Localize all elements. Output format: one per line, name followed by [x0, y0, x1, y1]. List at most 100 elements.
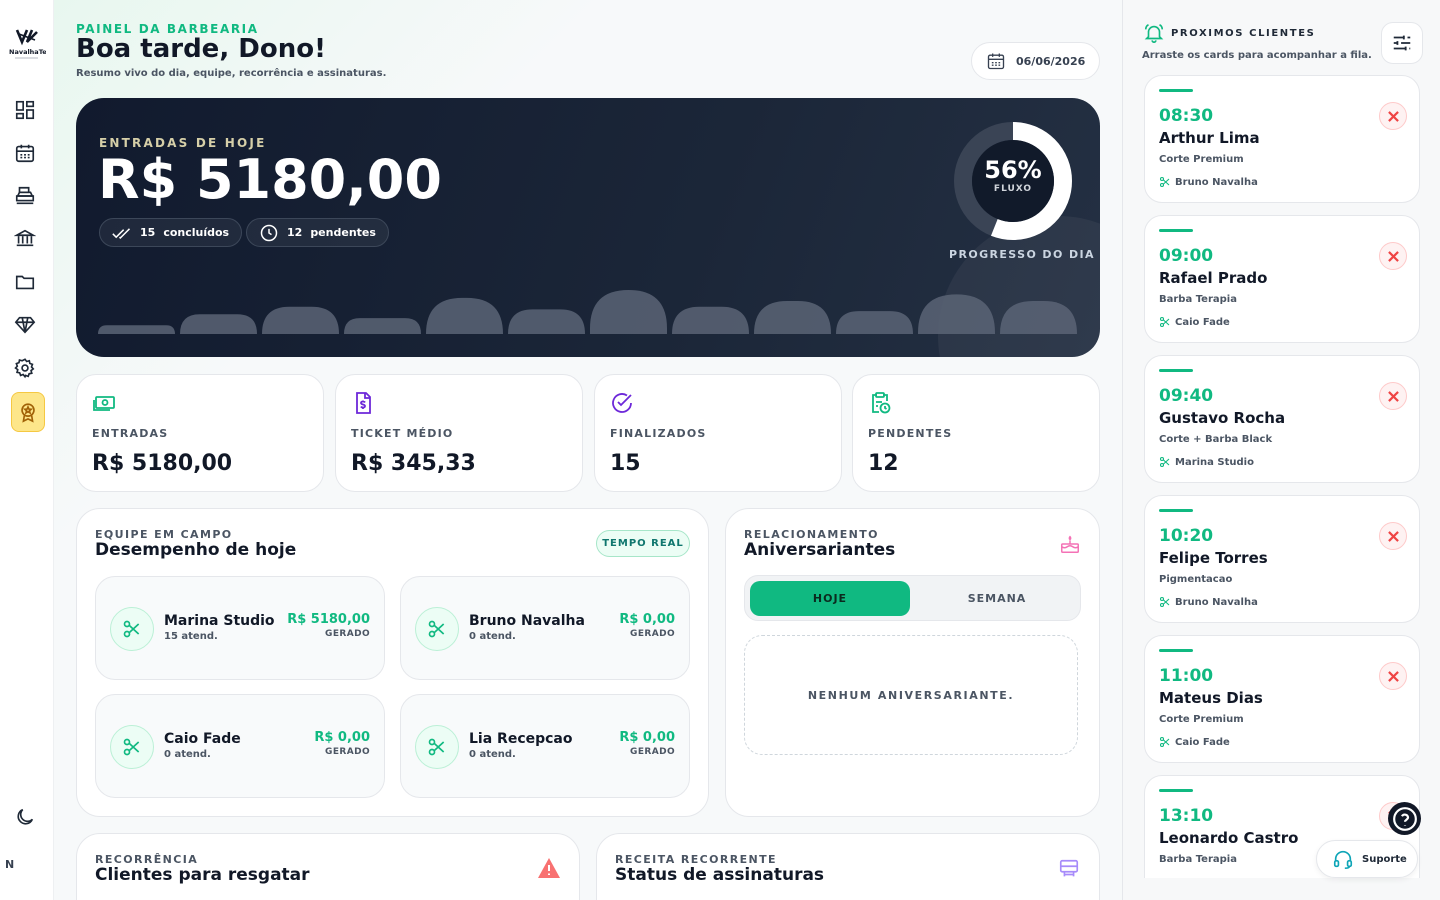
member-amount-label: GERADO	[325, 629, 370, 639]
sliders-icon	[1393, 35, 1411, 51]
birthday-range-toggle: HOJE SEMANA	[744, 575, 1081, 621]
client-name: Leonardo Castro	[1159, 829, 1299, 847]
client-name: Gustavo Rocha	[1159, 409, 1286, 427]
close-icon	[1387, 670, 1399, 682]
appointment-time: 09:40	[1159, 386, 1214, 406]
nav-diamond[interactable]	[11, 311, 39, 339]
queue-card[interactable]: 09:40 Gustavo Rocha Corte + Barba Black …	[1144, 355, 1420, 483]
invoice-dollar-icon	[351, 391, 377, 415]
upcoming-clients-panel: PROXIMOS CLIENTES Arraste os cards para …	[1122, 0, 1440, 900]
stat-label: ENTRADAS	[92, 427, 169, 440]
diamond-icon	[14, 316, 36, 334]
barber-name: Marina Studio	[1159, 456, 1254, 468]
client-name: Mateus Dias	[1159, 689, 1263, 707]
queue-subtitle: Arraste os cards para acompanhar a fila.	[1142, 50, 1372, 61]
close-icon	[1387, 110, 1399, 122]
stat-label: PENDENTES	[868, 427, 953, 440]
panel-title: Aniversariantes	[744, 540, 896, 560]
card-accent-bar	[1159, 509, 1193, 512]
client-queue-list[interactable]: 08:30 Arthur Lima Corte Premium Bruno Na…	[1143, 75, 1421, 878]
scissors-icon	[1159, 736, 1170, 748]
progress-label: FLUXO	[993, 184, 1033, 194]
folder-icon	[15, 275, 35, 290]
moon-icon	[17, 808, 34, 825]
nav-dashboard[interactable]	[11, 96, 39, 124]
appointment-time: 09:00	[1159, 246, 1214, 266]
member-name: Bruno Navalha	[469, 613, 585, 629]
queue-card[interactable]: 11:00 Mateus Dias Corte Premium Caio Fad…	[1144, 635, 1420, 763]
page-title: Boa tarde, Dono!	[76, 34, 326, 64]
user-initial[interactable]: N	[5, 858, 14, 871]
cake-icon	[1061, 535, 1079, 553]
nav-plans[interactable]	[11, 392, 45, 432]
hero-revenue-value: R$ 5180,00	[98, 148, 442, 211]
service-name: Corte Premium	[1159, 154, 1244, 165]
help-circle-icon	[1392, 806, 1417, 831]
nav-cash-register[interactable]	[11, 182, 39, 210]
check-circle-icon	[610, 391, 636, 415]
navalhatec-logo[interactable]: NavalhaTec	[8, 28, 51, 62]
card-accent-bar	[1159, 89, 1193, 92]
appointment-time: 11:00	[1159, 666, 1214, 686]
flow-bar	[180, 314, 257, 334]
team-member-card[interactable]: Marina Studio 15 atend. R$ 5180,00 GERAD…	[95, 576, 385, 680]
double-check-icon	[112, 227, 131, 239]
flow-bar	[426, 297, 503, 334]
team-member-card[interactable]: Caio Fade 0 atend. R$ 0,00 GERADO	[95, 694, 385, 798]
member-amount-label: GERADO	[630, 747, 675, 757]
date-value: 06/06/2026	[1016, 54, 1086, 68]
queue-card[interactable]: 08:30 Arthur Lima Corte Premium Bruno Na…	[1144, 75, 1420, 203]
clipboard-clock-icon	[868, 391, 894, 415]
support-button[interactable]: Suporte	[1316, 840, 1418, 878]
member-amount: R$ 5180,00	[287, 612, 370, 627]
nav-settings[interactable]	[11, 354, 39, 382]
remove-appointment-button[interactable]	[1379, 522, 1407, 550]
remove-appointment-button[interactable]	[1379, 242, 1407, 270]
nav-folder[interactable]	[11, 268, 39, 296]
recurrence-panel: RECORRÊNCIA Clientes para resgatar	[76, 833, 580, 900]
barber-name: Caio Fade	[1159, 316, 1230, 328]
nav-calendar[interactable]	[11, 139, 39, 167]
team-member-card[interactable]: Bruno Navalha 0 atend. R$ 0,00 GERADO	[400, 576, 690, 680]
scissors-icon	[1159, 316, 1170, 328]
award-badge-icon	[21, 403, 35, 423]
scissors-icon	[1159, 176, 1170, 188]
barber-name: Caio Fade	[1159, 736, 1230, 748]
flow-bar	[508, 309, 585, 334]
service-name: Corte Premium	[1159, 714, 1244, 725]
tab-semana[interactable]: SEMANA	[917, 581, 1077, 616]
bank-icon	[14, 229, 36, 247]
scissors-icon	[110, 725, 154, 769]
member-count: 0 atend.	[469, 749, 516, 760]
help-button[interactable]	[1388, 802, 1421, 835]
stat-label: FINALIZADOS	[610, 427, 707, 440]
member-amount-label: GERADO	[630, 629, 675, 639]
nav-bank[interactable]	[11, 224, 39, 252]
queue-title: PROXIMOS CLIENTES	[1171, 28, 1316, 39]
subscriptions-panel: RECEITA RECORRENTE Status de assinaturas	[596, 833, 1100, 900]
queue-filter-button[interactable]	[1381, 22, 1423, 64]
birthdays-empty-state: NENHUM ANIVERSARIANTE.	[744, 635, 1078, 755]
flow-bar	[590, 290, 667, 334]
queue-card[interactable]: 09:00 Rafael Prado Barba Terapia Caio Fa…	[1144, 215, 1420, 343]
queue-card[interactable]: 10:20 Felipe Torres Pigmentacao Bruno Na…	[1144, 495, 1420, 623]
theme-toggle[interactable]	[11, 803, 39, 831]
date-picker-button[interactable]: 06/06/2026	[971, 42, 1100, 80]
remove-appointment-button[interactable]	[1379, 102, 1407, 130]
page-subtitle: Resumo vivo do dia, equipe, recorrência …	[76, 68, 387, 79]
billing-icon	[1059, 859, 1079, 877]
birthdays-panel: RELACIONAMENTO Aniversariantes HOJE SEMA…	[725, 508, 1100, 817]
tab-hoje[interactable]: HOJE	[750, 581, 910, 616]
team-member-card[interactable]: Lia Recepcao 0 atend. R$ 0,00 GERADO	[400, 694, 690, 798]
member-name: Lia Recepcao	[469, 731, 573, 747]
gear-icon	[14, 358, 35, 379]
close-icon	[1387, 250, 1399, 262]
pending-label: pendentes	[310, 226, 376, 239]
stat-value: R$ 5180,00	[92, 451, 233, 476]
scissors-icon	[110, 607, 154, 651]
remove-appointment-button[interactable]	[1379, 662, 1407, 690]
remove-appointment-button[interactable]	[1379, 382, 1407, 410]
stat-card-entradas: ENTRADAS R$ 5180,00	[76, 374, 324, 492]
card-accent-bar	[1159, 649, 1193, 652]
progress-caption: PROGRESSO DO DIA	[949, 248, 1095, 261]
